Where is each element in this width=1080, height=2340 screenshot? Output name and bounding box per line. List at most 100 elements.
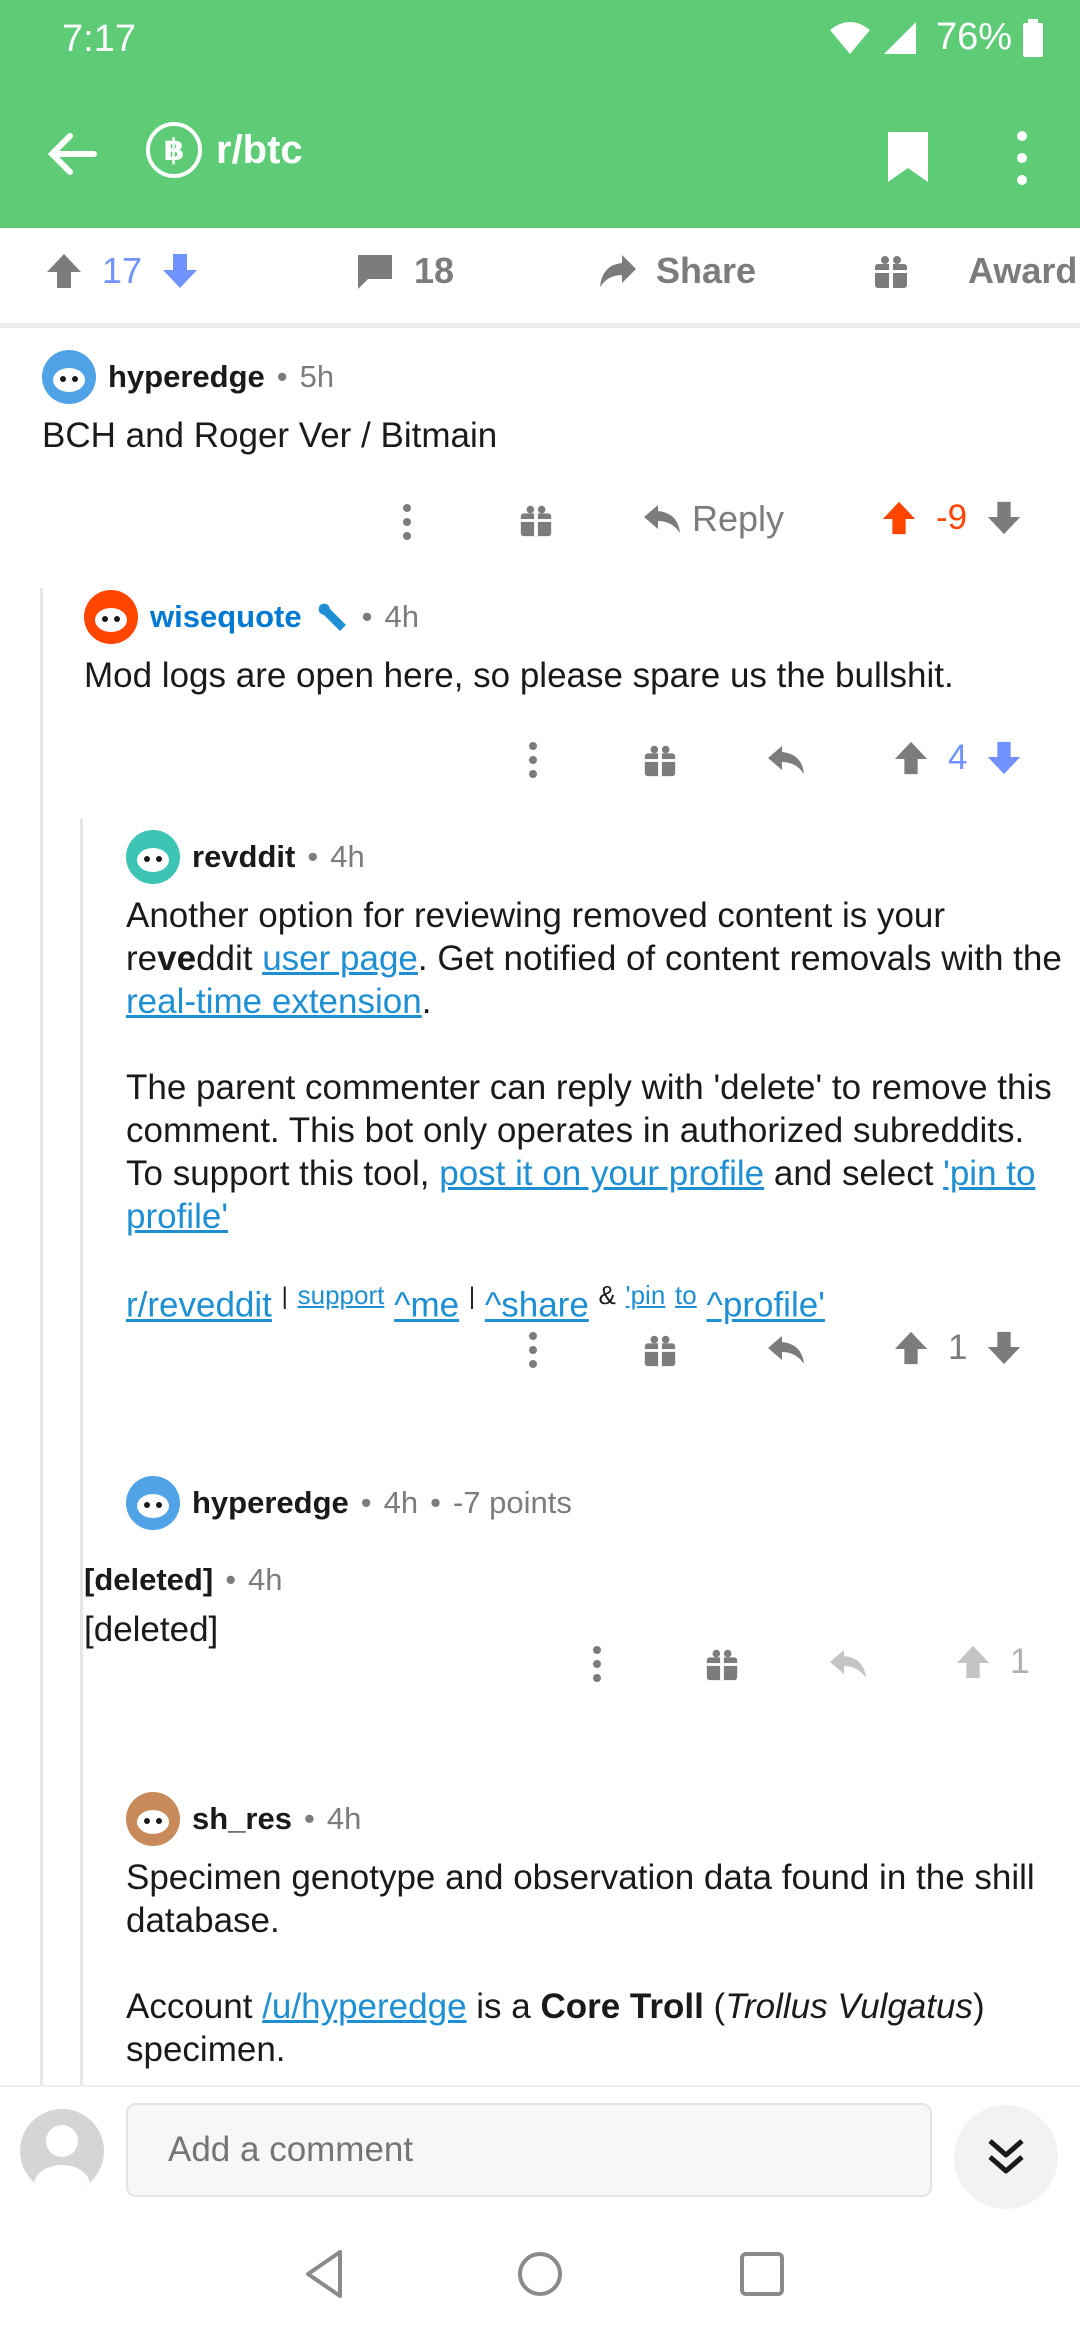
comment-author[interactable]: sh_res <box>192 1801 292 1837</box>
share-button[interactable]: Share <box>596 250 756 292</box>
comment-paragraph: Account /u/hyperedge is a Core Troll (Tr… <box>126 1985 1056 2071</box>
comment-author[interactable]: hyperedge <box>192 1485 349 1521</box>
snoo-avatar-icon <box>137 848 169 872</box>
comment-vote: 1 <box>954 1642 1029 1682</box>
more-options-button[interactable] <box>526 1330 540 1370</box>
comment-body: Another option for reviewing removed con… <box>126 894 1066 1327</box>
reply-button[interactable] <box>766 742 806 778</box>
battery-icon <box>1023 18 1043 57</box>
thread-line <box>40 588 43 2085</box>
post-action-bar: 17 18 Share Award <box>0 228 1080 328</box>
add-comment-input[interactable] <box>126 2103 932 2197</box>
meta-separator: • <box>360 1485 372 1520</box>
nav-home-icon[interactable] <box>512 2246 568 2302</box>
text-segment: ) <box>972 1987 985 2026</box>
downvote-icon[interactable] <box>160 251 200 291</box>
more-options-button[interactable] <box>590 1644 604 1684</box>
upvote-icon[interactable] <box>892 1329 930 1367</box>
thread-line <box>80 1792 83 2085</box>
downvote-icon[interactable] <box>985 739 1023 777</box>
support-link[interactable]: support <box>298 1280 385 1310</box>
avatar[interactable] <box>126 1476 180 1530</box>
comment-body: BCH and Roger Ver / Bitmain <box>42 416 498 455</box>
vertical-dots-icon <box>529 1332 537 1368</box>
to-link[interactable]: to <box>675 1280 697 1310</box>
double-chevron-down-icon <box>988 2139 1024 2174</box>
comment-author[interactable]: hyperedge <box>108 359 265 395</box>
vertical-dots-icon <box>593 1646 601 1682</box>
app-header: 7:17 76% ฿ r/btc <box>0 0 1080 228</box>
gift-icon <box>875 256 907 288</box>
nav-recents-icon[interactable] <box>734 2246 790 2302</box>
text-segment: and select <box>764 1154 944 1193</box>
comment-paragraph: Another option for reviewing removed con… <box>126 894 1066 1023</box>
award-button[interactable]: Award <box>872 250 1077 292</box>
downvote-icon[interactable] <box>985 499 1023 537</box>
reply-button[interactable]: Reply <box>642 498 784 540</box>
thread-line <box>80 818 83 1874</box>
comments-button[interactable]: 18 <box>354 250 454 292</box>
comment: sh_res • 4h Specimen genotype and observ… <box>126 1792 1056 2071</box>
wifi-icon <box>829 21 870 54</box>
comment-score: 1 <box>948 1328 968 1367</box>
comment-time: 4h <box>326 1801 362 1836</box>
bookmark-icon[interactable] <box>884 128 932 184</box>
award-label: Award <box>968 250 1078 291</box>
text-segment: Account <box>126 1987 263 2026</box>
gift-icon <box>644 1335 676 1367</box>
pin-link[interactable]: 'pin <box>626 1280 666 1310</box>
user-page-link[interactable]: user page <box>262 939 418 978</box>
downvote-icon[interactable] <box>985 1329 1023 1367</box>
back-arrow-icon[interactable] <box>44 126 100 182</box>
expand-comments-button[interactable] <box>954 2105 1058 2209</box>
comment-author[interactable]: wisequote <box>150 599 302 635</box>
real-time-extension-link[interactable]: real-time extension <box>126 982 422 1021</box>
avatar[interactable] <box>84 590 138 644</box>
meta-separator: • <box>225 1562 237 1597</box>
battery-percent: 76% <box>935 16 1012 58</box>
reply-arrow-icon <box>768 1336 804 1364</box>
post-on-profile-link[interactable]: post it on your profile <box>439 1154 764 1193</box>
nav-back-icon[interactable] <box>296 2246 352 2302</box>
more-options-icon[interactable] <box>1010 128 1034 188</box>
award-button[interactable] <box>642 1332 678 1368</box>
meta-separator: • <box>361 599 373 634</box>
gift-icon <box>644 745 676 777</box>
reply-arrow-icon <box>830 1650 866 1678</box>
more-options-button[interactable] <box>400 502 414 542</box>
comment-score: -9 <box>936 498 968 537</box>
reply-button[interactable] <box>766 1332 806 1368</box>
award-button[interactable] <box>518 502 554 538</box>
share-arrow-icon <box>600 255 636 287</box>
default-avatar-icon <box>34 2125 90 2193</box>
award-button[interactable] <box>642 742 678 778</box>
avatar[interactable] <box>126 1792 180 1846</box>
reveddit-link[interactable]: r/reveddit <box>126 1286 272 1325</box>
text-segment: ( <box>703 1987 726 2026</box>
avatar[interactable] <box>42 350 96 404</box>
user-avatar[interactable] <box>20 2109 104 2193</box>
upvote-icon[interactable] <box>44 251 84 291</box>
share-link[interactable]: ^share <box>485 1286 589 1325</box>
comment-time: 4h <box>384 599 419 634</box>
comment: [deleted] • 4h [deleted] <box>84 1562 984 1651</box>
user-link[interactable]: /u/hyperedge <box>262 1987 466 2026</box>
reply-arrow-icon <box>644 505 680 533</box>
comment-author[interactable]: revddit <box>192 839 295 875</box>
comment-time: 5h <box>299 359 335 394</box>
me-link[interactable]: ^me <box>394 1286 459 1325</box>
upvote-icon[interactable] <box>892 739 930 777</box>
comment-vote: 1 <box>892 1328 1023 1368</box>
collapsed-comment[interactable]: hyperedge • 4h • -7 points <box>126 1476 1026 1530</box>
upvote-icon[interactable] <box>880 499 918 537</box>
profile-link[interactable]: ^profile' <box>706 1286 824 1325</box>
comment-body: [deleted] <box>84 1610 219 1649</box>
subreddit-title[interactable]: ฿ r/btc <box>146 122 303 178</box>
avatar[interactable] <box>126 830 180 884</box>
award-button[interactable] <box>704 1646 740 1682</box>
more-options-button[interactable] <box>526 740 540 780</box>
cell-signal-icon <box>883 21 916 54</box>
comment: wisequote • 4h Mod logs are open here, s… <box>84 590 1044 697</box>
meta-separator: • <box>303 1801 315 1836</box>
ampersand: & <box>598 1280 616 1310</box>
